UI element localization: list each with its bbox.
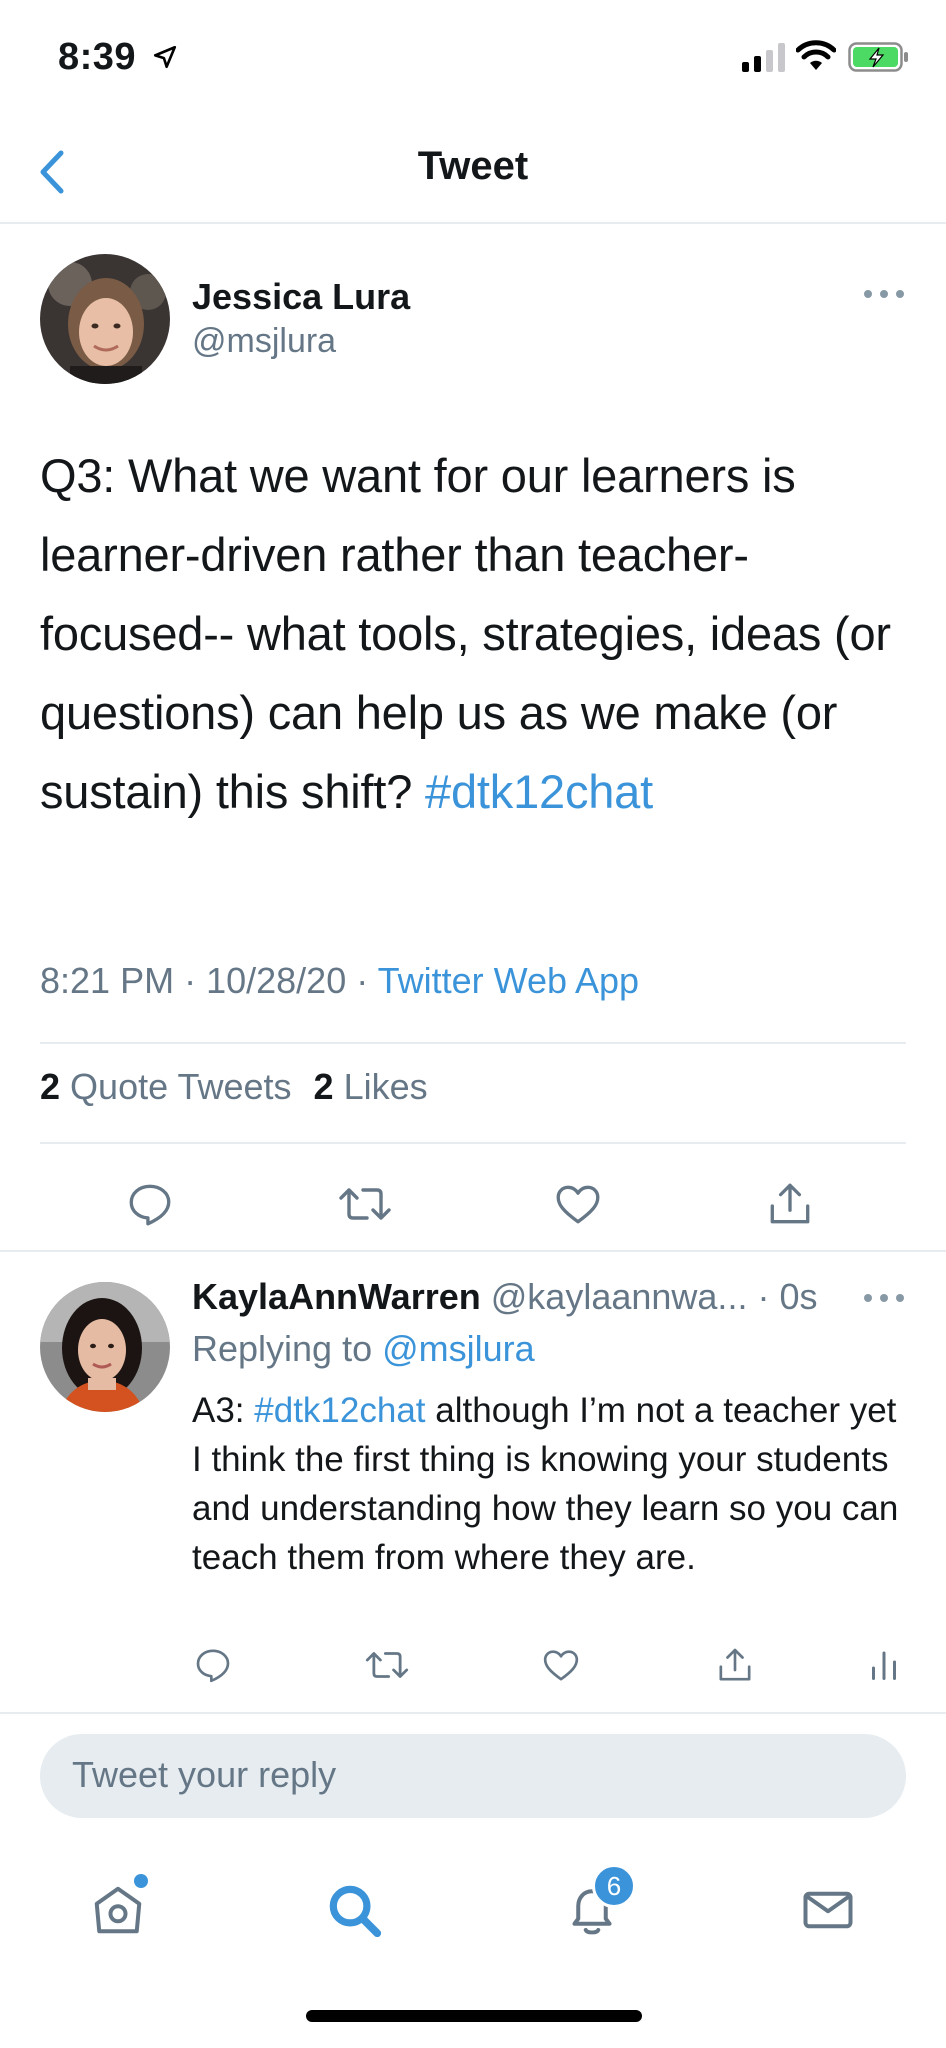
- replying-to-mention-link[interactable]: @msjlura: [382, 1328, 535, 1369]
- tweet-source-link[interactable]: Twitter Web App: [378, 960, 639, 1001]
- reply-actions: [0, 1640, 946, 1700]
- tab-messages[interactable]: [788, 1870, 868, 1950]
- home-icon: [94, 1886, 142, 1934]
- tweet-stats: 2 Quote Tweets 2 Likes: [40, 1066, 428, 1108]
- like-button[interactable]: [546, 1166, 610, 1242]
- divider: [40, 1142, 906, 1144]
- status-time: 8:39: [58, 36, 137, 78]
- reply-author-handle[interactable]: @kaylaannwa...: [491, 1276, 748, 1317]
- wifi-icon: [796, 40, 836, 70]
- reply-text-prefix: A3:: [192, 1391, 245, 1430]
- reply-more-options-icon[interactable]: [864, 1292, 904, 1304]
- notifications-badge: 6: [592, 1864, 636, 1908]
- reply-hashtag-link[interactable]: #dtk12chat: [254, 1391, 425, 1430]
- reply-time-separator: ·: [757, 1276, 780, 1317]
- likes-stat[interactable]: 2 Likes: [314, 1066, 428, 1107]
- battery-charging-icon: [848, 42, 908, 72]
- section-divider: [0, 1712, 946, 1714]
- reply-compose-placeholder: Tweet your reply: [72, 1754, 337, 1795]
- tweet-body: Q3: What we want for our learners is lea…: [40, 449, 891, 818]
- analytics-icon: [872, 1651, 896, 1680]
- retweet-button[interactable]: [330, 1166, 400, 1242]
- author-handle[interactable]: @msjlura: [192, 322, 336, 361]
- author-avatar-image: [40, 254, 170, 384]
- reply-like-button[interactable]: [536, 1640, 586, 1690]
- replying-to: Replying to @msjlura: [192, 1328, 535, 1370]
- meta-separator: ·: [184, 960, 207, 1001]
- retweet-icon: [339, 1188, 391, 1220]
- reply-share-button[interactable]: [710, 1640, 760, 1690]
- tweet-meta: 8:21 PM · 10/28/20 · Twitter Web App: [40, 960, 639, 1002]
- reply-analytics-button[interactable]: [862, 1640, 906, 1690]
- mail-icon: [803, 1891, 853, 1929]
- location-arrow-icon: [153, 45, 177, 69]
- reply-icon: [129, 1184, 171, 1226]
- reply-header: KaylaAnnWarren @kaylaannwa... · 0s: [192, 1276, 872, 1318]
- quote-tweets-stat[interactable]: 2 Quote Tweets: [40, 1066, 292, 1107]
- tweet-actions: [0, 1166, 946, 1246]
- reply-reply-button[interactable]: [188, 1640, 238, 1690]
- retweet-icon: [365, 1652, 409, 1678]
- reply-author-avatar-image: [40, 1282, 170, 1412]
- author-avatar[interactable]: [40, 254, 170, 384]
- reply-time: 0s: [779, 1276, 818, 1317]
- quote-tweets-label: Quote Tweets: [70, 1066, 292, 1107]
- share-icon: [770, 1183, 810, 1224]
- navigation-bar: Tweet: [0, 120, 946, 224]
- tweet-text: Q3: What we want for our learners is lea…: [40, 436, 910, 831]
- reply-compose-field[interactable]: Tweet your reply: [40, 1734, 906, 1818]
- reply-retweet-button[interactable]: [360, 1640, 414, 1690]
- heart-icon: [556, 1185, 600, 1224]
- divider: [40, 1042, 906, 1044]
- likes-label: Likes: [343, 1066, 428, 1107]
- share-icon: [719, 1648, 751, 1681]
- reply-button[interactable]: [118, 1166, 182, 1242]
- search-icon: [329, 1885, 382, 1938]
- tab-search[interactable]: [314, 1870, 394, 1950]
- cellular-signal-icon: [742, 43, 785, 72]
- likes-count: 2: [313, 1066, 334, 1107]
- heart-icon: [543, 1650, 579, 1681]
- more-options-icon[interactable]: [864, 288, 904, 300]
- status-bar: 8:39: [0, 0, 946, 120]
- tab-bar: 6: [0, 1840, 946, 1970]
- author-name[interactable]: Jessica Lura: [192, 276, 410, 318]
- reply-tweet[interactable]: KaylaAnnWarren @kaylaannwa... · 0s Reply…: [0, 1252, 946, 1712]
- tab-notifications[interactable]: 6: [552, 1864, 636, 1950]
- tweet-time: 8:21 PM: [40, 960, 175, 1001]
- tab-home[interactable]: [78, 1870, 158, 1950]
- home-new-dot: [134, 1874, 148, 1888]
- tweet-hashtag-link[interactable]: #dtk12chat: [425, 765, 653, 818]
- reply-author-name[interactable]: KaylaAnnWarren: [192, 1276, 481, 1317]
- page-title: Tweet: [417, 144, 529, 188]
- quote-tweets-count: 2: [40, 1066, 61, 1107]
- meta-separator: ·: [356, 960, 378, 1001]
- reply-author-avatar[interactable]: [40, 1282, 170, 1412]
- share-button[interactable]: [758, 1166, 822, 1242]
- reply-text: A3: #dtk12chat although I’m not a teache…: [192, 1386, 912, 1582]
- reply-icon: [196, 1649, 230, 1683]
- home-indicator[interactable]: [306, 2010, 642, 2022]
- tweet-date: 10/28/20: [206, 960, 347, 1001]
- replying-to-label: Replying to: [192, 1328, 373, 1369]
